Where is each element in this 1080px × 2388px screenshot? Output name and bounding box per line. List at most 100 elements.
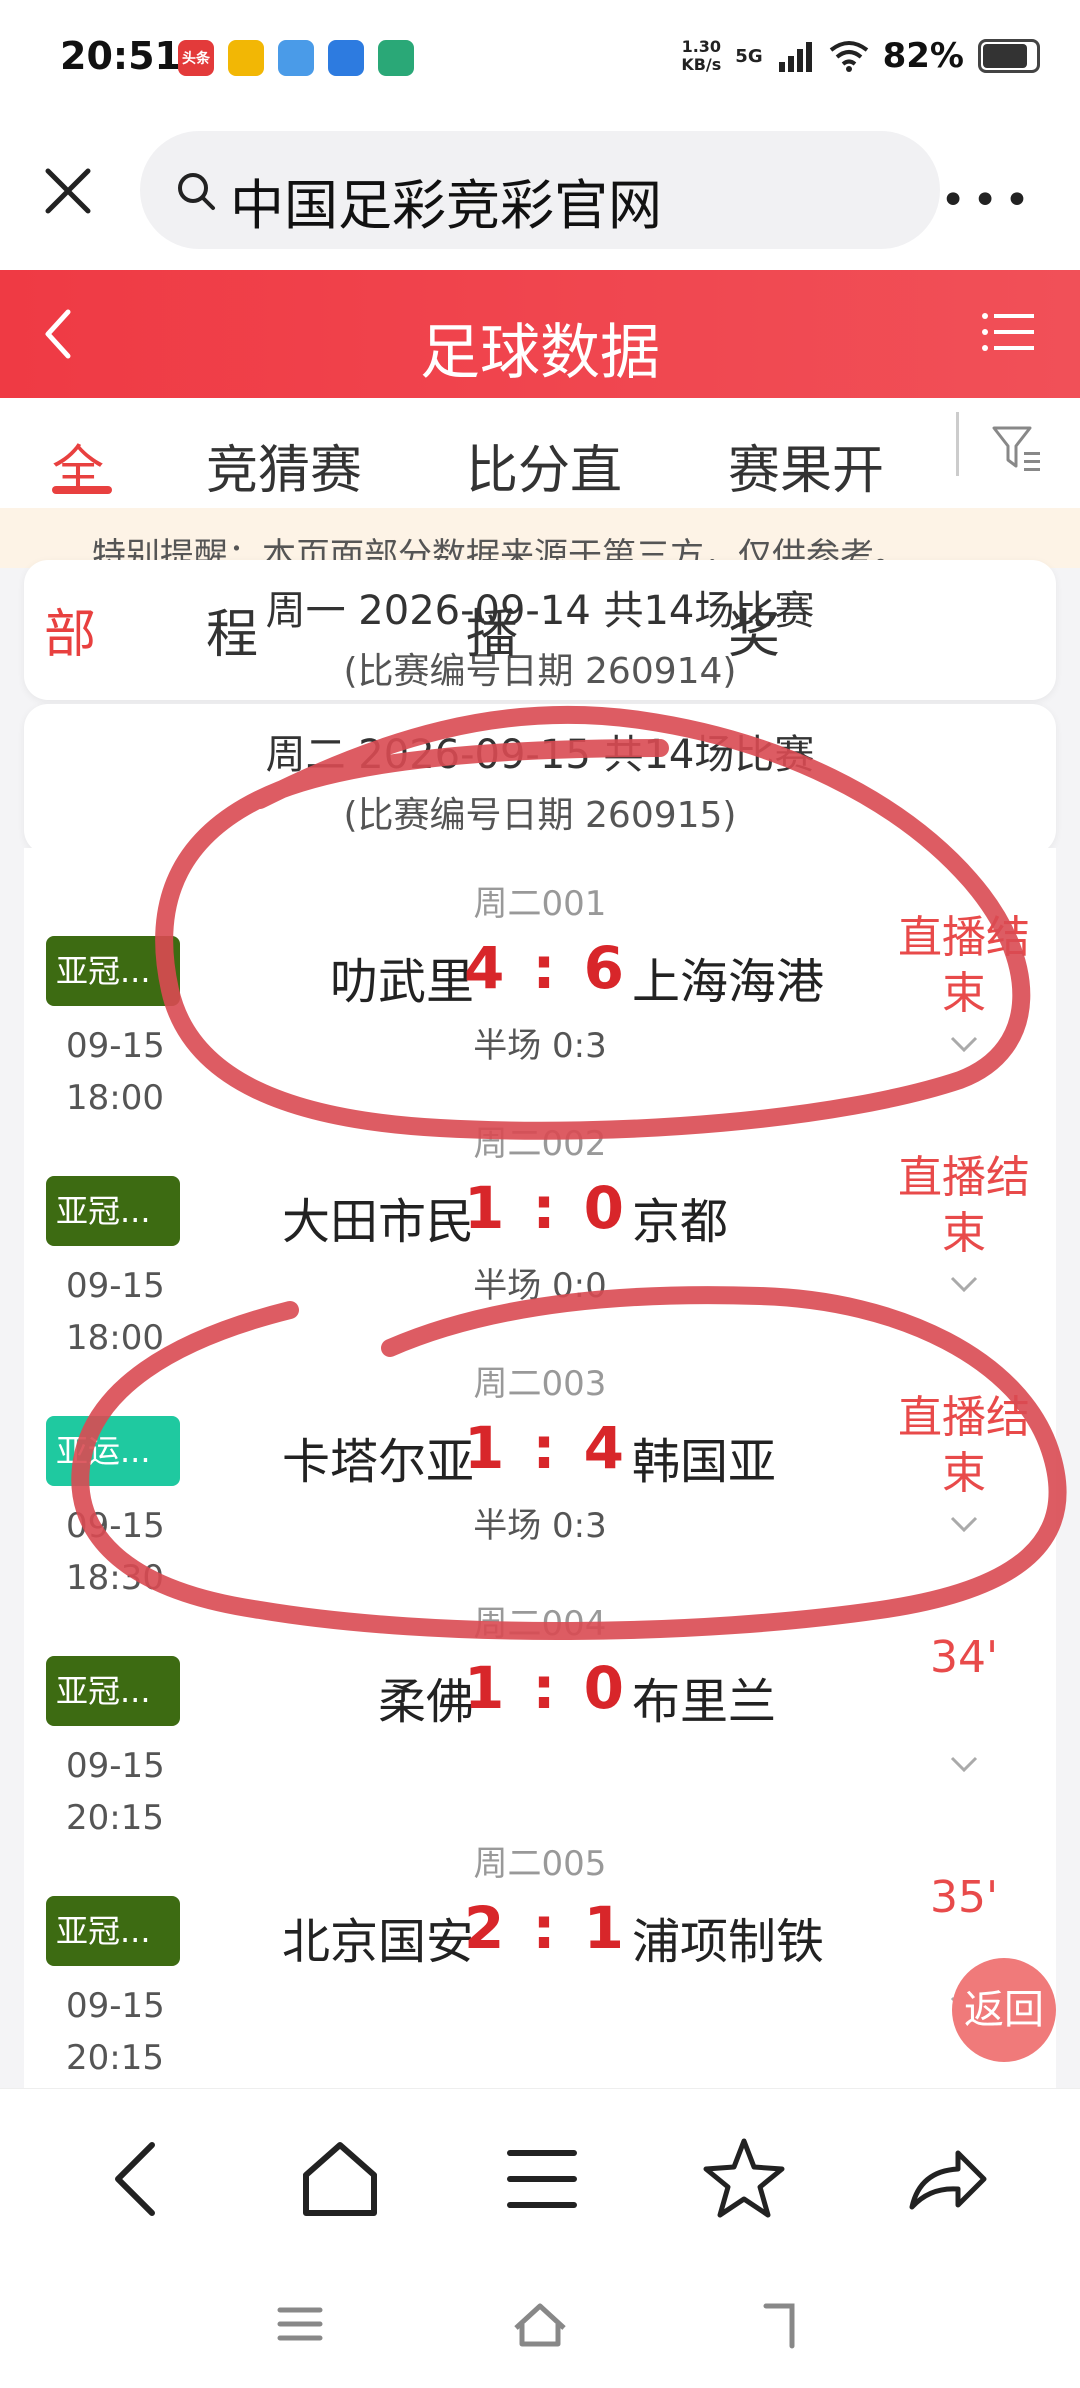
app-header: 足球数据	[0, 270, 1080, 398]
tab-label-wrap: 部	[44, 605, 97, 665]
match-row[interactable]: 周二005 亚冠... 09-15 20:15 北京国安 2:1 浦项制铁 35'	[24, 1808, 1056, 2078]
home-team: 卡塔尔亚	[281, 1434, 474, 1490]
match-row[interactable]: 周二002 亚冠... 09-15 18:00 大田市民 1:0 京都 半场 0:0 直播结束	[24, 1088, 1056, 1358]
away-score: 0	[583, 1654, 624, 1722]
browser-bottom-bar	[0, 2088, 1080, 2268]
halftime-score: 半场 0:3	[473, 1026, 607, 1066]
system-indicators: 1.30 KB/s 5G 82%	[681, 36, 1040, 76]
day-subtitle: (比赛编号日期 260915)	[343, 795, 737, 836]
back-nav-icon[interactable]	[748, 2294, 812, 2354]
away-team: 浦项制铁	[632, 1914, 825, 1970]
home-score: 1	[464, 1414, 505, 1482]
match-status: 34'	[929, 1632, 999, 1683]
battery-percent: 82%	[882, 36, 964, 76]
away-team: 韩国亚	[632, 1434, 777, 1490]
day-title: 周二 2026-09-15 共14场比赛	[265, 732, 815, 778]
score: 1:0	[464, 1174, 624, 1242]
back-icon[interactable]	[90, 2131, 186, 2227]
day-header[interactable]: 周一 2026-09-14 共14场比赛 (比赛编号日期 260914)	[24, 560, 1056, 700]
signal-icon	[778, 42, 812, 72]
away-score: 4	[583, 1414, 624, 1482]
chevron-down-icon[interactable]	[946, 1512, 982, 1536]
home-score: 4	[464, 934, 505, 1002]
wifi-icon	[829, 41, 868, 72]
away-score: 0	[583, 1174, 624, 1242]
tab-label-wrap: 奖	[728, 605, 781, 665]
divider	[956, 412, 959, 476]
tab-bar: 全 竞猜赛 比分直 赛果开	[0, 398, 1080, 508]
chevron-down-icon[interactable]	[946, 1032, 982, 1056]
league-badge: 亚运...	[46, 1416, 180, 1486]
home-score: 1	[464, 1174, 505, 1242]
score: 4:6	[464, 934, 624, 1002]
active-tab-indicator	[52, 486, 112, 494]
day-subtitle: (比赛编号日期 260914)	[343, 651, 737, 692]
more-menu-button[interactable]: •••	[940, 175, 1036, 226]
map-pin-icon	[278, 40, 314, 76]
day-title: 周一 2026-09-14 共14场比赛	[265, 588, 815, 634]
home-nav-icon[interactable]	[508, 2294, 572, 2354]
halftime-score: 半场 0:0	[473, 1266, 607, 1306]
menu-icon[interactable]	[494, 2131, 590, 2227]
home-team: 柔佛	[377, 1674, 474, 1730]
league-badge: 亚冠...	[46, 936, 180, 1006]
browser-toolbar: 中国足彩竞彩官网 •••	[0, 115, 1080, 270]
home-team: 北京国安	[281, 1914, 474, 1970]
tab-schedule[interactable]: 竞猜赛	[206, 428, 362, 503]
chevron-down-icon[interactable]	[946, 1272, 982, 1296]
hand-app-icon	[228, 40, 264, 76]
notice-banner: 特别提醒：本页面部分数据来源于第三方，仅供参考。	[0, 508, 1080, 568]
league-badge: 亚冠...	[46, 1176, 180, 1246]
away-team: 上海海港	[632, 954, 825, 1010]
tab-live[interactable]: 比分直	[466, 428, 622, 503]
close-icon[interactable]	[40, 163, 96, 219]
toutiao-icon: 头条	[178, 40, 214, 76]
match-status: 直播结束	[898, 1152, 1030, 1259]
bank-app-icon	[378, 40, 414, 76]
league-badge: 亚冠...	[46, 1656, 180, 1726]
home-team: 叻武里	[329, 954, 474, 1010]
status-bar: 20:51 头条 1.30 KB/s 5G 82%	[0, 0, 1080, 115]
score: 1:0	[464, 1654, 624, 1722]
tab-label-wrap: 程	[206, 605, 259, 665]
back-to-top-button[interactable]: 返回	[952, 1958, 1056, 2062]
net-speed: 1.30 KB/s	[681, 37, 722, 74]
search-query: 中国足彩竞彩官网	[230, 174, 662, 237]
match-list: 周二001 亚冠... 09-15 18:00 叻武里 4:6 上海海港 半场 0:3 直播结束…	[24, 848, 1056, 2088]
tab-label-wrap: 播	[466, 605, 519, 665]
away-team: 京都	[632, 1194, 729, 1250]
match-row[interactable]: 周二001 亚冠... 09-15 18:00 叻武里 4:6 上海海港 半场 0:3 直播结束	[24, 848, 1056, 1118]
filter-icon[interactable]	[990, 422, 1044, 474]
network-type: 5G	[735, 45, 763, 67]
search-bar[interactable]: 中国足彩竞彩官网	[140, 131, 940, 249]
home-score: 1	[464, 1654, 505, 1722]
page-title: 足球数据	[420, 318, 660, 388]
tab-results[interactable]: 赛果开	[728, 428, 884, 503]
star-icon[interactable]	[696, 2131, 792, 2227]
battery-icon	[978, 39, 1040, 73]
system-nav-bar	[0, 2268, 1080, 2388]
browser-app-icon	[328, 40, 364, 76]
away-team: 布里兰	[632, 1674, 777, 1730]
score: 1:4	[464, 1414, 624, 1482]
match-row[interactable]: 周二003 亚运... 09-15 18:30 卡塔尔亚 1:4 韩国亚 半场 0:3 直播结束	[24, 1328, 1056, 1598]
score: 2:1	[464, 1894, 624, 1962]
match-status: 直播结束	[898, 912, 1030, 1019]
halftime-score: 半场 0:3	[473, 1506, 607, 1546]
away-score: 1	[583, 1894, 624, 1962]
home-team: 大田市民	[281, 1194, 474, 1250]
chevron-down-icon[interactable]	[946, 1752, 982, 1776]
share-icon[interactable]	[898, 2131, 994, 2227]
notification-icons: 头条	[178, 40, 414, 76]
home-score: 2	[464, 1894, 505, 1962]
list-menu-icon[interactable]	[980, 308, 1036, 356]
match-status: 直播结束	[898, 1392, 1030, 1499]
day-header[interactable]: 周二 2026-09-15 共14场比赛 (比赛编号日期 260915)	[24, 704, 1056, 854]
search-icon	[178, 173, 215, 210]
away-score: 6	[583, 934, 624, 1002]
match-status: 35'	[929, 1872, 999, 1923]
recent-apps-icon[interactable]	[268, 2294, 332, 2354]
home-icon[interactable]	[292, 2131, 388, 2227]
match-row[interactable]: 周二004 亚冠... 09-15 20:15 柔佛 1:0 布里兰 34'	[24, 1568, 1056, 1838]
league-badge: 亚冠...	[46, 1896, 180, 1966]
